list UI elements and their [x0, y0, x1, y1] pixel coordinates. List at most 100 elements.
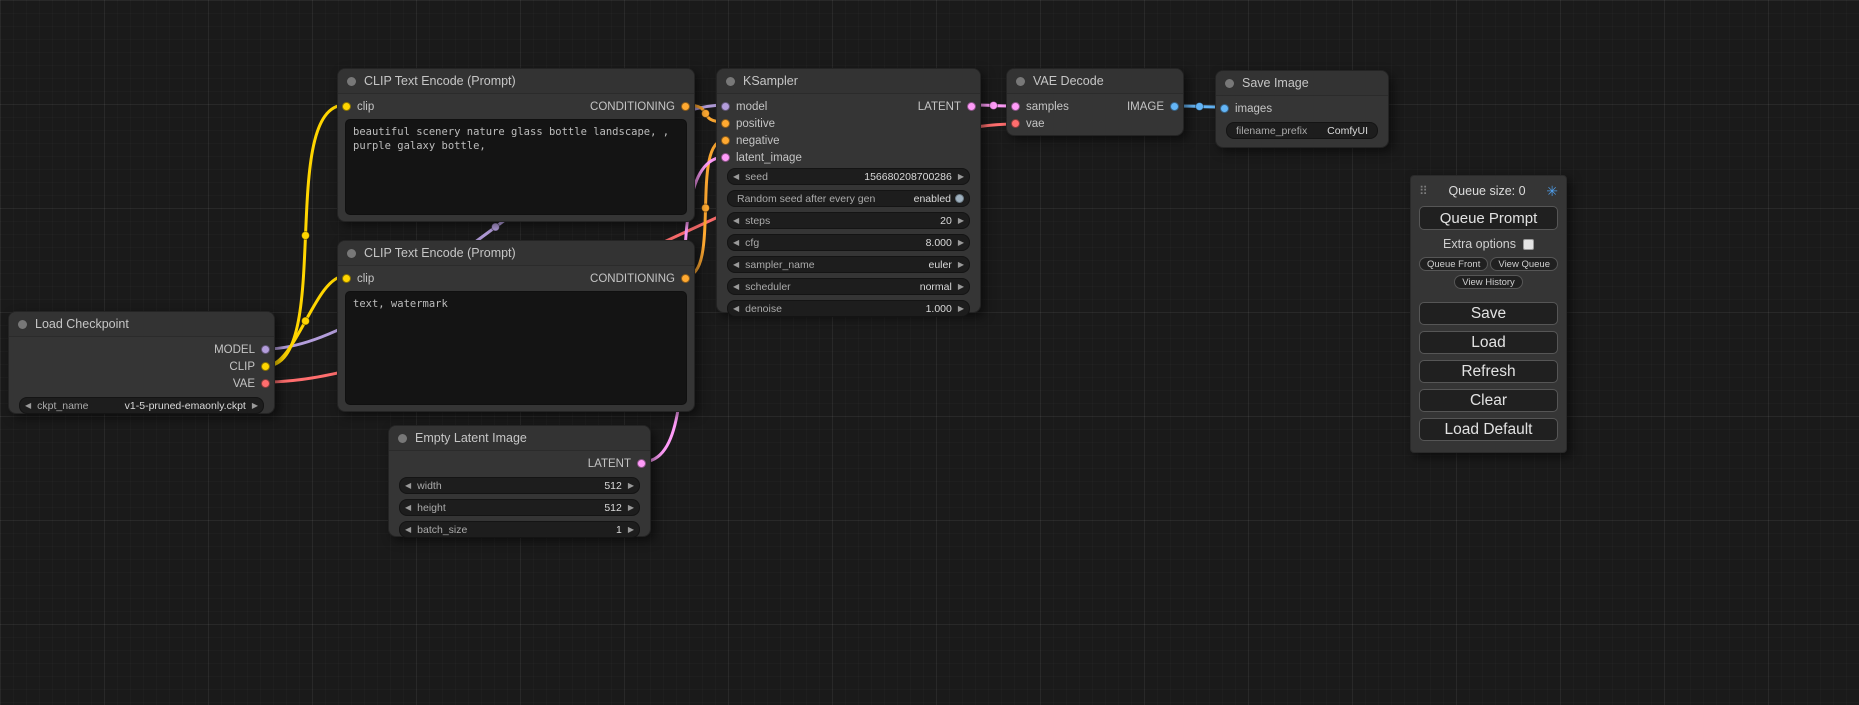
settings-gear-icon[interactable]: ✳ — [1546, 184, 1558, 198]
increment-arrow-icon[interactable]: ▶ — [628, 482, 634, 490]
widget-width[interactable]: ◀ width 512 ▶ — [399, 477, 640, 494]
widget-scheduler[interactable]: ◀ scheduler normal ▶ — [727, 278, 970, 295]
increment-arrow-icon[interactable]: ▶ — [628, 526, 634, 534]
widget-steps[interactable]: ◀ steps 20 ▶ — [727, 212, 970, 229]
increment-arrow-icon[interactable]: ▶ — [628, 504, 634, 512]
node-title-bar[interactable]: Save Image — [1216, 71, 1388, 96]
output-slot-clip[interactable]: CLIP — [229, 361, 270, 373]
decrement-arrow-icon[interactable]: ◀ — [25, 402, 31, 410]
extra-options-checkbox[interactable] — [1523, 239, 1534, 250]
decrement-arrow-icon[interactable]: ◀ — [733, 173, 739, 181]
decrement-arrow-icon[interactable]: ◀ — [733, 305, 739, 313]
increment-arrow-icon[interactable]: ▶ — [252, 402, 258, 410]
node-collapse-dot-icon[interactable] — [347, 249, 356, 258]
node-save-image[interactable]: Save Image images filename_prefix ComfyU… — [1215, 70, 1389, 148]
output-slot-conditioning[interactable]: CONDITIONING — [590, 101, 690, 113]
node-title-bar[interactable]: KSampler — [717, 69, 980, 94]
widget-filename-prefix[interactable]: filename_prefix ComfyUI — [1226, 122, 1378, 139]
increment-arrow-icon[interactable]: ▶ — [958, 173, 964, 181]
increment-arrow-icon[interactable]: ▶ — [958, 239, 964, 247]
output-dot-conditioning[interactable] — [681, 274, 690, 283]
clear-button[interactable]: Clear — [1419, 389, 1558, 412]
node-title-bar[interactable]: CLIP Text Encode (Prompt) — [338, 241, 694, 266]
output-slot-conditioning[interactable]: CONDITIONING — [590, 273, 690, 285]
decrement-arrow-icon[interactable]: ◀ — [733, 239, 739, 247]
node-clip-text-encode-positive[interactable]: CLIP Text Encode (Prompt) clip CONDITION… — [337, 68, 695, 222]
widget-sampler-name[interactable]: ◀ sampler_name euler ▶ — [727, 256, 970, 273]
output-dot-conditioning[interactable] — [681, 102, 690, 111]
input-dot-positive[interactable] — [721, 119, 730, 128]
input-dot-clip[interactable] — [342, 102, 351, 111]
output-dot-vae[interactable] — [261, 379, 270, 388]
input-slot-clip[interactable]: clip — [342, 101, 374, 113]
increment-arrow-icon[interactable]: ▶ — [958, 261, 964, 269]
output-dot-latent[interactable] — [967, 102, 976, 111]
input-dot-model[interactable] — [721, 102, 730, 111]
widget-denoise[interactable]: ◀ denoise 1.000 ▶ — [727, 300, 970, 317]
prompt-textarea[interactable]: beautiful scenery nature glass bottle la… — [345, 119, 687, 215]
node-collapse-dot-icon[interactable] — [1225, 79, 1234, 88]
output-dot-image[interactable] — [1170, 102, 1179, 111]
widget-batch-size[interactable]: ◀ batch_size 1 ▶ — [399, 521, 640, 538]
output-dot-clip[interactable] — [261, 362, 270, 371]
refresh-button[interactable]: Refresh — [1419, 360, 1558, 383]
output-dot-model[interactable] — [261, 345, 270, 354]
input-dot-clip[interactable] — [342, 274, 351, 283]
input-slot-model[interactable]: model — [721, 101, 767, 113]
node-collapse-dot-icon[interactable] — [726, 77, 735, 86]
widget-seed[interactable]: ◀ seed 156680208700286 ▶ — [727, 168, 970, 185]
node-collapse-dot-icon[interactable] — [1016, 77, 1025, 86]
decrement-arrow-icon[interactable]: ◀ — [733, 261, 739, 269]
widget-cfg[interactable]: ◀ cfg 8.000 ▶ — [727, 234, 970, 251]
increment-arrow-icon[interactable]: ▶ — [958, 305, 964, 313]
widget-ckpt-name[interactable]: ◀ ckpt_name v1-5-pruned-emaonly.ckpt ▶ — [19, 397, 264, 414]
graph-canvas[interactable]: { "colors": { "MODEL": "#B39DDB", "CLIP"… — [0, 0, 1859, 705]
view-queue-button[interactable]: View Queue — [1490, 257, 1558, 271]
view-history-button[interactable]: View History — [1454, 275, 1523, 289]
widget-random-seed-toggle[interactable]: Random seed after every gen enabled — [727, 190, 970, 207]
queue-front-button[interactable]: Queue Front — [1419, 257, 1488, 271]
input-dot-vae[interactable] — [1011, 119, 1020, 128]
prompt-textarea[interactable]: text, watermark — [345, 291, 687, 405]
input-slot-positive[interactable]: positive — [721, 118, 775, 130]
input-dot-images[interactable] — [1220, 104, 1229, 113]
node-clip-text-encode-negative[interactable]: CLIP Text Encode (Prompt) clip CONDITION… — [337, 240, 695, 412]
node-title-bar[interactable]: VAE Decode — [1007, 69, 1183, 94]
increment-arrow-icon[interactable]: ▶ — [958, 217, 964, 225]
output-slot-model[interactable]: MODEL — [214, 344, 270, 356]
node-title-bar[interactable]: CLIP Text Encode (Prompt) — [338, 69, 694, 94]
output-slot-latent[interactable]: LATENT — [918, 101, 976, 113]
save-button[interactable]: Save — [1419, 302, 1558, 325]
widget-height[interactable]: ◀ height 512 ▶ — [399, 499, 640, 516]
increment-arrow-icon[interactable]: ▶ — [958, 283, 964, 291]
output-slot-image[interactable]: IMAGE — [1127, 101, 1179, 113]
node-ksampler[interactable]: KSampler model LATENT positive negative — [716, 68, 981, 313]
toggle-knob-icon[interactable] — [955, 194, 964, 203]
input-slot-latent-image[interactable]: latent_image — [721, 152, 802, 164]
input-dot-negative[interactable] — [721, 136, 730, 145]
node-load-checkpoint[interactable]: Load Checkpoint MODEL CLIP VAE ◀ ckpt_na… — [8, 311, 275, 414]
output-slot-latent[interactable]: LATENT — [588, 458, 646, 470]
decrement-arrow-icon[interactable]: ◀ — [405, 504, 411, 512]
input-slot-samples[interactable]: samples — [1011, 101, 1069, 113]
input-slot-vae[interactable]: vae — [1011, 118, 1045, 130]
decrement-arrow-icon[interactable]: ◀ — [733, 283, 739, 291]
input-slot-clip[interactable]: clip — [342, 273, 374, 285]
load-default-button[interactable]: Load Default — [1419, 418, 1558, 441]
output-slot-vae[interactable]: VAE — [233, 378, 270, 390]
node-collapse-dot-icon[interactable] — [398, 434, 407, 443]
node-collapse-dot-icon[interactable] — [18, 320, 27, 329]
load-button[interactable]: Load — [1419, 331, 1558, 354]
node-title-bar[interactable]: Load Checkpoint — [9, 312, 274, 337]
node-empty-latent-image[interactable]: Empty Latent Image LATENT ◀ width 512 ▶ … — [388, 425, 651, 537]
input-dot-latent-image[interactable] — [721, 153, 730, 162]
node-collapse-dot-icon[interactable] — [347, 77, 356, 86]
decrement-arrow-icon[interactable]: ◀ — [733, 217, 739, 225]
input-slot-images[interactable]: images — [1220, 103, 1272, 115]
input-dot-samples[interactable] — [1011, 102, 1020, 111]
queue-prompt-button[interactable]: Queue Prompt — [1419, 206, 1558, 230]
node-title-bar[interactable]: Empty Latent Image — [389, 426, 650, 451]
decrement-arrow-icon[interactable]: ◀ — [405, 482, 411, 490]
input-slot-negative[interactable]: negative — [721, 135, 779, 147]
output-dot-latent[interactable] — [637, 459, 646, 468]
